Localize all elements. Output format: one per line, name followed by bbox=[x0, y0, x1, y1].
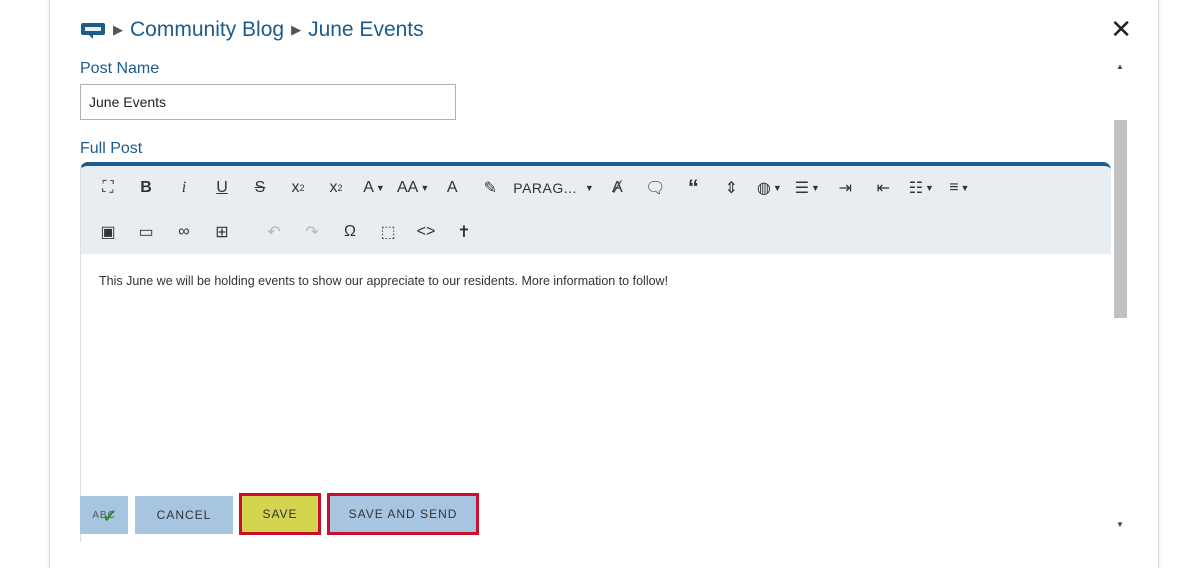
accessibility-icon[interactable]: ✝ bbox=[449, 217, 479, 247]
cancel-button[interactable]: CANCEL bbox=[135, 496, 233, 534]
blockquote-icon[interactable]: “ bbox=[678, 173, 708, 203]
toolbar-row-1: ⛶ B i U S x2 x2 A ▼ AA ▼ A ✎ PARAG... ▼ Ⱥ 🗨… bbox=[93, 166, 982, 210]
scrollbar-thumb[interactable] bbox=[1114, 120, 1127, 318]
breadcrumb: ▶ Community Blog ▶ June Events bbox=[80, 17, 424, 43]
editor-toolbar: ⛶ B i U S x2 x2 A ▼ AA ▼ A ✎ PARAG... ▼ Ⱥ 🗨… bbox=[81, 166, 1111, 254]
text-color-icon[interactable]: A bbox=[437, 173, 467, 203]
breadcrumb-separator: ▶ bbox=[291, 22, 302, 37]
font-family-icon[interactable]: A ▼ bbox=[359, 173, 389, 203]
spell-check-button[interactable]: ABC ✓ bbox=[80, 496, 128, 534]
blog-post-dialog: ▶ Community Blog ▶ June Events ✕ Post Na… bbox=[49, 0, 1159, 568]
code-view-icon[interactable]: <> bbox=[411, 217, 441, 247]
breadcrumb-separator: ▶ bbox=[113, 22, 123, 37]
font-size-icon[interactable]: AA ▼ bbox=[397, 173, 429, 203]
italic-icon[interactable]: i bbox=[169, 173, 199, 203]
scroll-down-arrow-icon[interactable]: ▼ bbox=[1111, 518, 1129, 532]
post-name-input[interactable] bbox=[80, 84, 456, 120]
special-characters-icon[interactable]: Ω bbox=[335, 217, 365, 247]
comment-icon[interactable]: 🗨 bbox=[640, 173, 670, 203]
numbered-list-icon[interactable]: ≡ ▼ bbox=[944, 173, 974, 203]
table-icon[interactable]: ⊞ bbox=[207, 217, 237, 247]
spell-check-icon: ABC ✓ bbox=[92, 505, 119, 526]
rich-text-editor: ⛶ B i U S x2 x2 A ▼ AA ▼ A ✎ PARAG... ▼ Ⱥ 🗨… bbox=[80, 162, 1111, 542]
paragraph-format-value: PARAG... bbox=[513, 180, 577, 196]
save-button[interactable]: SAVE bbox=[239, 493, 321, 535]
save-and-send-button[interactable]: SAVE AND SEND bbox=[327, 493, 479, 535]
link-icon[interactable]: ∞ bbox=[169, 217, 199, 247]
bulleted-list-icon[interactable]: ☷ ▼ bbox=[906, 173, 936, 203]
select-all-icon[interactable]: ⬚ bbox=[373, 217, 403, 247]
globe-icon[interactable]: ◍ ▼ bbox=[754, 173, 784, 203]
breadcrumb-community-blog[interactable]: Community Blog bbox=[130, 18, 284, 42]
subscript-icon[interactable]: x2 bbox=[283, 173, 313, 203]
scrollbar[interactable]: ▲ ▼ bbox=[1111, 58, 1129, 536]
clear-formatting-icon[interactable]: Ⱥ bbox=[602, 173, 632, 203]
outdent-icon[interactable]: ⇤ bbox=[868, 173, 898, 203]
highlight-icon[interactable]: ✎ bbox=[475, 173, 505, 203]
post-name-label: Post Name bbox=[80, 60, 160, 77]
redo-icon[interactable]: ↷ bbox=[297, 217, 327, 247]
paragraph-format-dropdown[interactable]: PARAG... ▼ bbox=[513, 173, 594, 203]
bold-icon[interactable]: B bbox=[131, 173, 161, 203]
horizontal-line-icon[interactable]: ⇕ bbox=[716, 173, 746, 203]
close-icon[interactable]: ✕ bbox=[1110, 16, 1132, 42]
scroll-up-arrow-icon[interactable]: ▲ bbox=[1111, 60, 1129, 74]
indent-icon[interactable]: ⇥ bbox=[830, 173, 860, 203]
underline-icon[interactable]: U bbox=[207, 173, 237, 203]
editor-content[interactable]: This June we will be holding events to s… bbox=[99, 274, 668, 288]
fullscreen-icon[interactable]: ⛶ bbox=[93, 173, 123, 203]
superscript-icon[interactable]: x2 bbox=[321, 173, 351, 203]
image-icon[interactable]: ▣ bbox=[93, 217, 123, 247]
align-icon[interactable]: ☰ ▼ bbox=[792, 173, 822, 203]
undo-icon[interactable]: ↶ bbox=[259, 217, 289, 247]
blog-icon bbox=[81, 23, 105, 39]
strikethrough-icon[interactable]: S bbox=[245, 173, 275, 203]
toolbar-row-2: ▣ ▭ ∞ ⊞ ↶ ↷ Ω ⬚ <> ✝ bbox=[93, 210, 487, 254]
full-post-label: Full Post bbox=[80, 140, 143, 157]
folder-icon[interactable]: ▭ bbox=[131, 217, 161, 247]
breadcrumb-current: June Events bbox=[308, 18, 424, 41]
